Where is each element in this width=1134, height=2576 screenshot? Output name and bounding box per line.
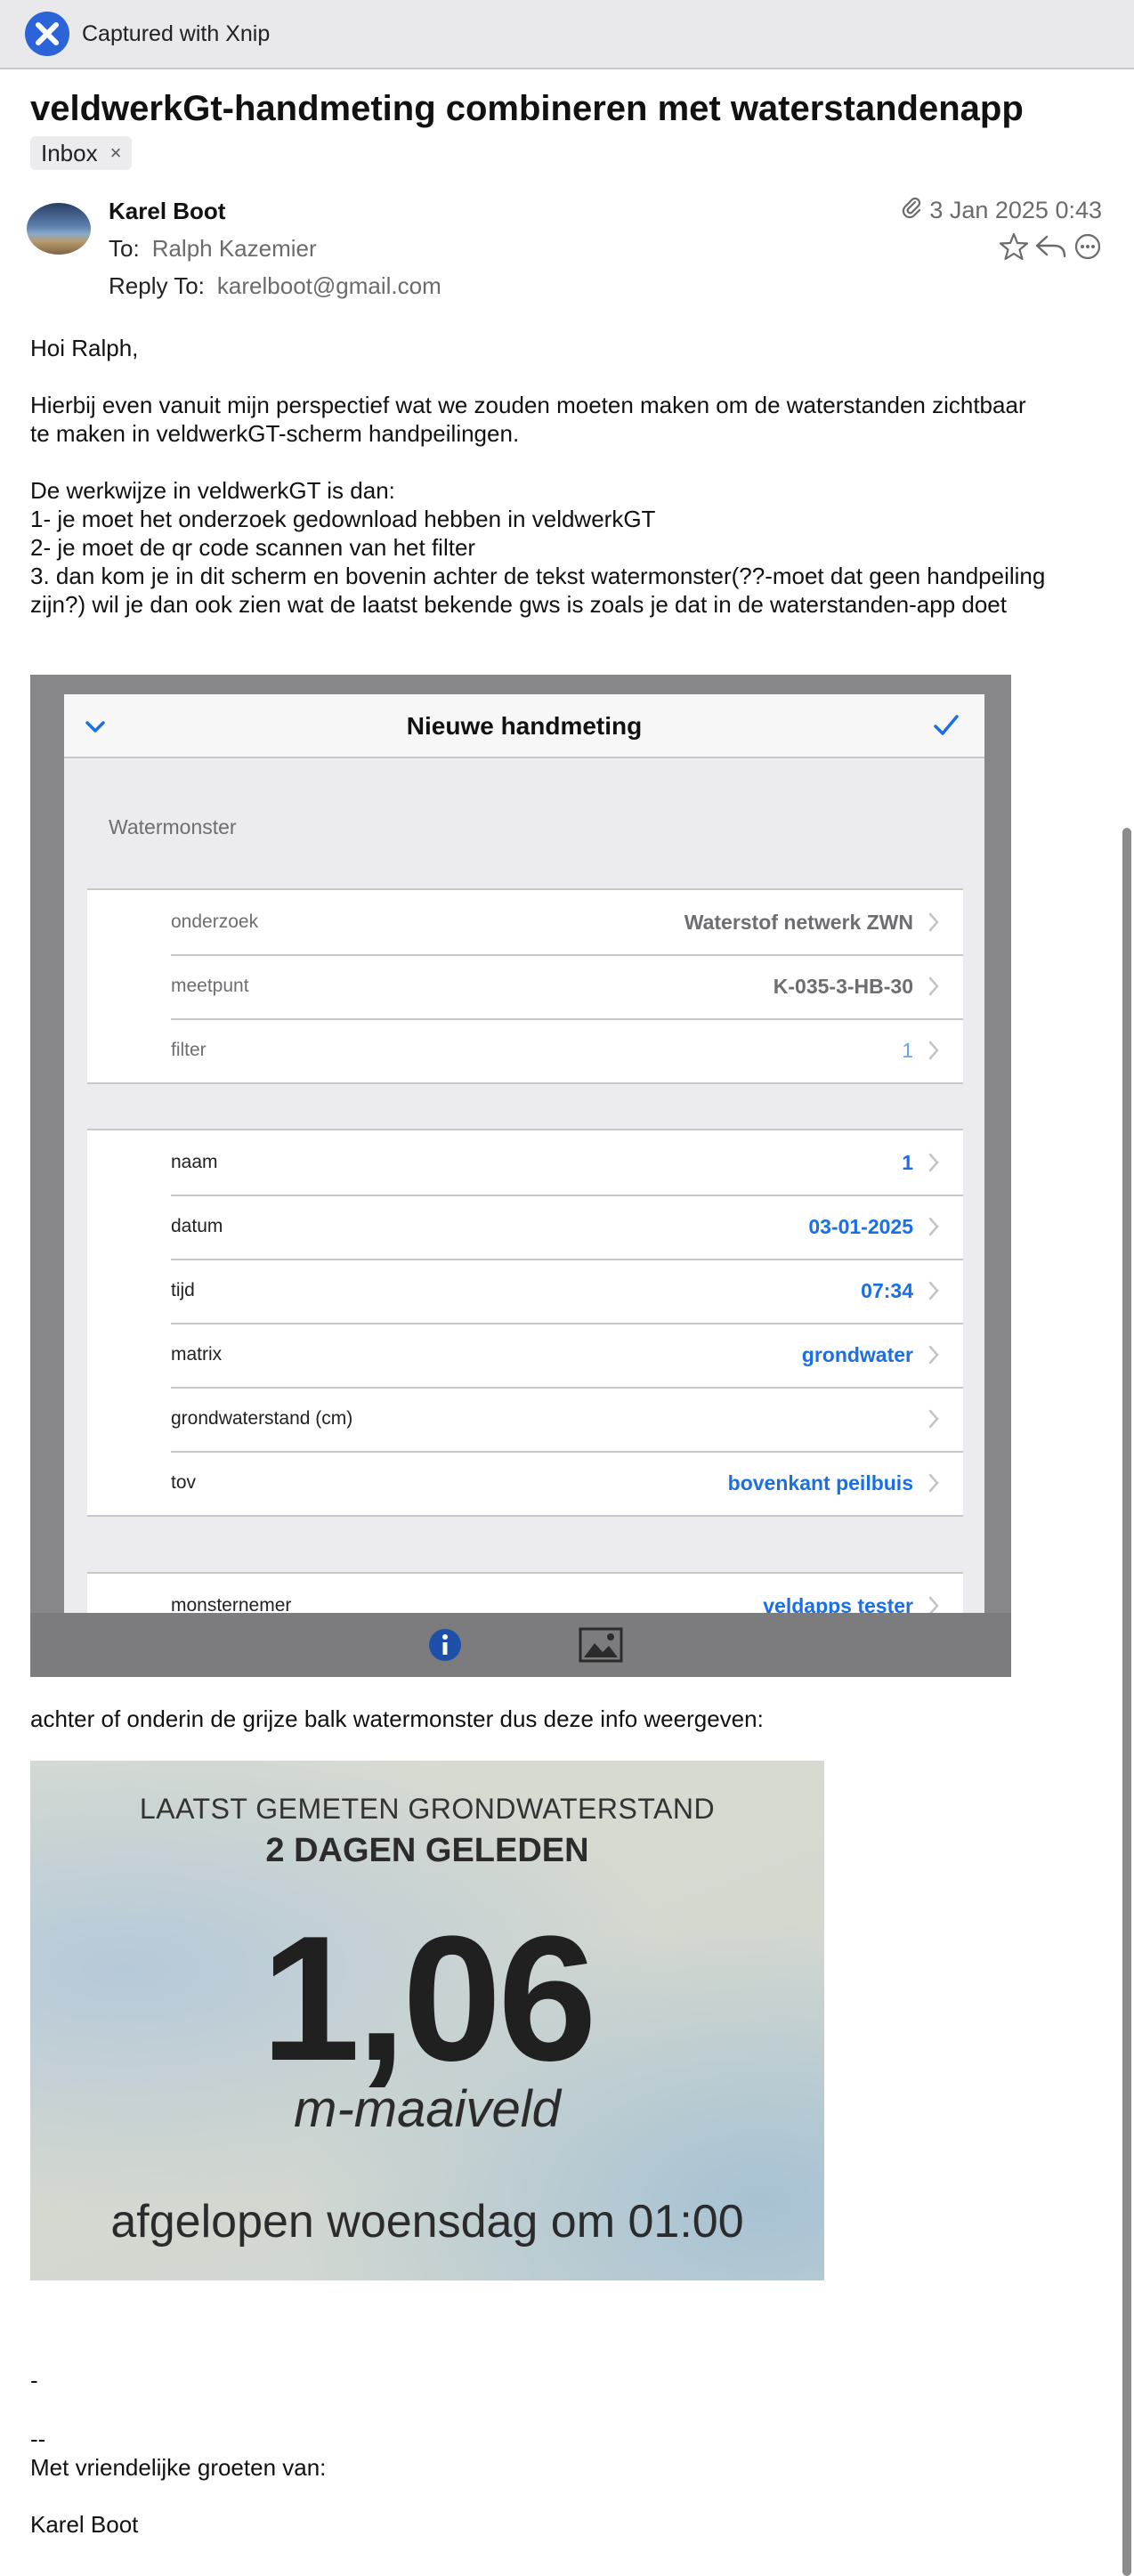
chevron-right-icon	[927, 1040, 940, 1065]
row-value: K-035-3-HB-30	[773, 975, 913, 998]
row-value: 1	[902, 1039, 913, 1062]
mail-date: 3 Jan 2025 0:43	[901, 196, 1102, 225]
row-value: bovenkant peilbuis	[727, 1471, 913, 1495]
to-row: To: Ralph Kazemier	[109, 235, 317, 263]
row-label: filter	[171, 1040, 207, 1060]
chevron-right-icon	[927, 1344, 940, 1370]
steps-header: De werkwijze in veldwerkGT is dan:	[30, 477, 395, 504]
mailbox-tag[interactable]: Inbox ×	[30, 136, 133, 170]
row-value: 07:34	[861, 1279, 913, 1302]
waterstand-card-image: LAATST GEMETEN GRONDWATERSTAND 2 DAGEN G…	[30, 1761, 824, 2280]
phone-row: filter 1	[87, 1018, 963, 1082]
scrollbar-thumb[interactable]	[1122, 828, 1131, 2576]
more-icon[interactable]	[1073, 232, 1102, 261]
card-when: afgelopen woensdag om 01:00	[110, 2196, 744, 2248]
phone-group-2: naam 1 datum 03-01-2025 tijd 07:34 matrix gr…	[87, 1129, 963, 1517]
phone-row: matrix grondwater	[87, 1323, 963, 1387]
info-icon	[427, 1627, 463, 1667]
row-label: meetpunt	[171, 976, 249, 996]
phone-row: grondwaterstand (cm)	[87, 1387, 963, 1451]
mail-actions	[999, 231, 1102, 262]
image-icon	[579, 1627, 623, 1667]
phone-row: tov bovenkant peilbuis	[87, 1451, 963, 1515]
mailbox-tag-label: Inbox	[41, 139, 98, 166]
chevron-right-icon	[927, 1216, 940, 1242]
step-1: 1- je moet het onderzoek gedownload hebb…	[30, 506, 656, 532]
intro-line-2: te maken in veldwerkGT-scherm handpeilin…	[30, 420, 520, 447]
dash-line: -	[30, 2367, 38, 2394]
mail-date-text: 3 Jan 2025 0:43	[929, 197, 1102, 223]
checkmark-icon	[931, 710, 961, 745]
greeting: Hoi Ralph,	[30, 335, 139, 361]
row-value: Waterstof netwerk ZWN	[684, 911, 913, 934]
card-value: 1,06	[261, 1900, 596, 2098]
row-label: datum	[171, 1216, 223, 1236]
step-3-line-1: 3. dan kom je in dit scherm en bovenin a…	[30, 563, 1046, 589]
row-label: grondwaterstand (cm)	[171, 1408, 353, 1429]
intro-line-1: Hierbij even vanuit mijn perspectief wat…	[30, 392, 1026, 418]
phone-screen: Nieuwe handmeting Watermonster onderzoek…	[64, 694, 984, 1620]
reply-icon[interactable]	[1034, 231, 1068, 262]
signature-separator: --	[30, 2426, 46, 2452]
row-value: 03-01-2025	[808, 1215, 913, 1238]
phone-nav-title: Nieuwe handmeting	[406, 712, 643, 740]
xnip-logo-icon	[25, 12, 69, 56]
card-line-2: 2 DAGEN GELEDEN	[265, 1832, 589, 1869]
chevron-right-icon	[927, 1408, 940, 1434]
reply-to-row: Reply To: karelboot@gmail.com	[109, 272, 441, 300]
reply-to-label: Reply To:	[109, 272, 205, 299]
star-icon[interactable]	[999, 231, 1029, 262]
sender-avatar	[27, 203, 91, 255]
scrollbar[interactable]	[1118, 828, 1134, 2576]
phone-navbar: Nieuwe handmeting	[64, 694, 984, 758]
after-screenshot-text: achter of onderin de grijze balk watermo…	[30, 1705, 764, 1732]
capture-label: Captured with Xnip	[82, 20, 271, 46]
closing-line: Met vriendelijke groeten van:	[30, 2454, 327, 2481]
chevron-right-icon	[927, 1472, 940, 1498]
phone-row: tijd 07:34	[87, 1259, 963, 1323]
row-label: tijd	[171, 1280, 195, 1300]
signature-name: Karel Boot	[30, 2511, 139, 2538]
to-recipient[interactable]: Ralph Kazemier	[152, 235, 317, 262]
row-label: onderzoek	[171, 911, 259, 932]
row-value: grondwater	[801, 1343, 913, 1366]
chevron-right-icon	[927, 976, 940, 1001]
phone-row: meetpunt K-035-3-HB-30	[87, 954, 963, 1018]
phone-group-1: onderzoek Waterstof netwerk ZWN meetpunt K…	[87, 888, 963, 1084]
phone-row: naam 1	[87, 1130, 963, 1195]
row-label: tov	[171, 1472, 197, 1493]
card-unit: m-maaiveld	[294, 2080, 561, 2138]
chevron-right-icon	[927, 1152, 940, 1178]
phone-row: datum 03-01-2025	[87, 1195, 963, 1259]
phone-screenshot-image: Nieuwe handmeting Watermonster onderzoek…	[30, 675, 1011, 1677]
reply-to-address[interactable]: karelboot@gmail.com	[217, 272, 441, 299]
row-label: naam	[171, 1152, 218, 1172]
mail-subject: veldwerkGt-handmeting combineren met wat…	[30, 89, 1024, 128]
phone-toolbar	[30, 1613, 1011, 1677]
paperclip-icon[interactable]	[901, 196, 922, 225]
to-label: To:	[109, 235, 140, 262]
capture-bar: Captured with Xnip	[0, 0, 1134, 69]
step-3-line-2: zijn?) wil je dan ook zien wat de laatst…	[30, 591, 1007, 618]
card-line-1: LAATST GEMETEN GRONDWATERSTAND	[139, 1793, 716, 1825]
row-value: 1	[902, 1151, 913, 1174]
sender-name[interactable]: Karel Boot	[109, 198, 225, 225]
chevron-right-icon	[927, 1280, 940, 1306]
phone-row: onderzoek Waterstof netwerk ZWN	[87, 890, 963, 954]
chevron-right-icon	[927, 911, 940, 937]
tag-remove-icon[interactable]: ×	[110, 142, 122, 165]
step-2: 2- je moet de qr code scannen van het fi…	[30, 534, 476, 561]
section-label-watermonster: Watermonster	[109, 815, 237, 838]
row-label: matrix	[171, 1344, 223, 1365]
